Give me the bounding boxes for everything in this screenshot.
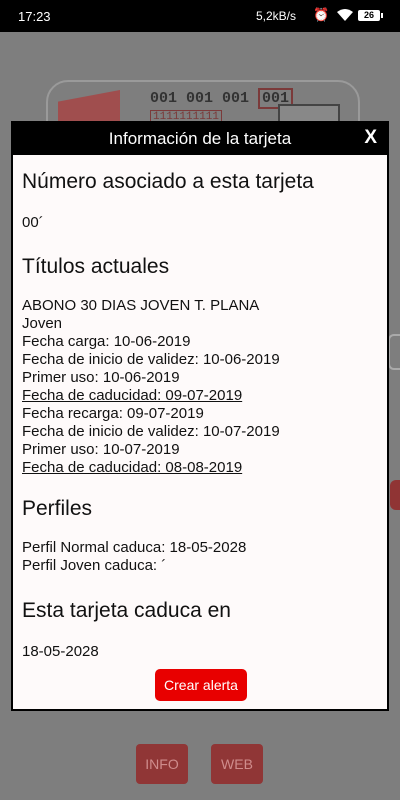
title-line: Fecha de inicio de validez: 10-07-2019 [22,423,280,440]
wifi-icon [337,9,353,21]
expiry-link[interactable]: Fecha de caducidad: 08-08-2019 [22,459,378,477]
status-time: 17:23 [18,9,51,24]
card-expiry-value: 18-05-2028 [22,643,99,660]
title-line: Joven [22,315,63,332]
web-button[interactable]: WEB [211,744,263,784]
profiles-heading: Perfiles [22,497,93,520]
close-button[interactable]: X [364,127,377,149]
title-line: Fecha de inicio de validez: 10-06-2019 [22,351,280,368]
titles-section: Títulos actuales ABONO 30 DIAS JOVEN T. … [22,255,378,477]
dialog-header: Información de la tarjeta X [13,123,387,155]
background-control-red [390,480,400,510]
card-number-section: Número asociado a esta tarjeta 00´ [22,170,378,231]
card-expiry-heading: Esta tarjeta caduca en [22,599,231,622]
card-expiry-section: Esta tarjeta caduca en 18-05-2028 [22,599,378,660]
card-number-illustration: 001 001 001 001 [150,88,294,109]
title-line: ABONO 30 DIAS JOVEN T. PLANA [22,297,260,314]
card-number-value: 00´ [22,214,44,231]
title-line: Primer uso: 10-06-2019 [22,369,180,386]
create-alert-button[interactable]: Crear alerta [155,669,247,701]
info-button[interactable]: INFO [136,744,188,784]
titles-list: ABONO 30 DIAS JOVEN T. PLANA Joven Fecha… [22,297,378,477]
background-control [388,334,400,370]
battery-icon: 26 [358,10,383,21]
card-number-heading: Número asociado a esta tarjeta [22,170,314,193]
profile-line: Perfil Normal caduca: 18-05-2028 [22,539,247,556]
profiles-list: Perfil Normal caduca: 18-05-2028 Perfil … [22,539,378,575]
title-line: Fecha recarga: 09-07-2019 [22,405,204,422]
title-line: Primer uso: 10-07-2019 [22,441,180,458]
expiry-link[interactable]: Fecha de caducidad: 09-07-2019 [22,387,378,405]
card-info-dialog: Información de la tarjeta X Número asoci… [11,121,389,711]
dialog-title: Información de la tarjeta [108,129,292,148]
network-speed: 5,2kB/s [256,9,297,23]
status-bar: 17:23 5,2kB/s ⏰ 26 [0,0,400,32]
profile-line: Perfil Joven caduca: ´ [22,557,167,574]
dialog-body: Número asociado a esta tarjeta 00´ Títul… [13,155,387,660]
titles-heading: Títulos actuales [22,255,170,278]
alarm-icon: ⏰ [313,7,330,22]
profiles-section: Perfiles Perfil Normal caduca: 18-05-202… [22,497,378,575]
title-line: Fecha carga: 10-06-2019 [22,333,191,350]
